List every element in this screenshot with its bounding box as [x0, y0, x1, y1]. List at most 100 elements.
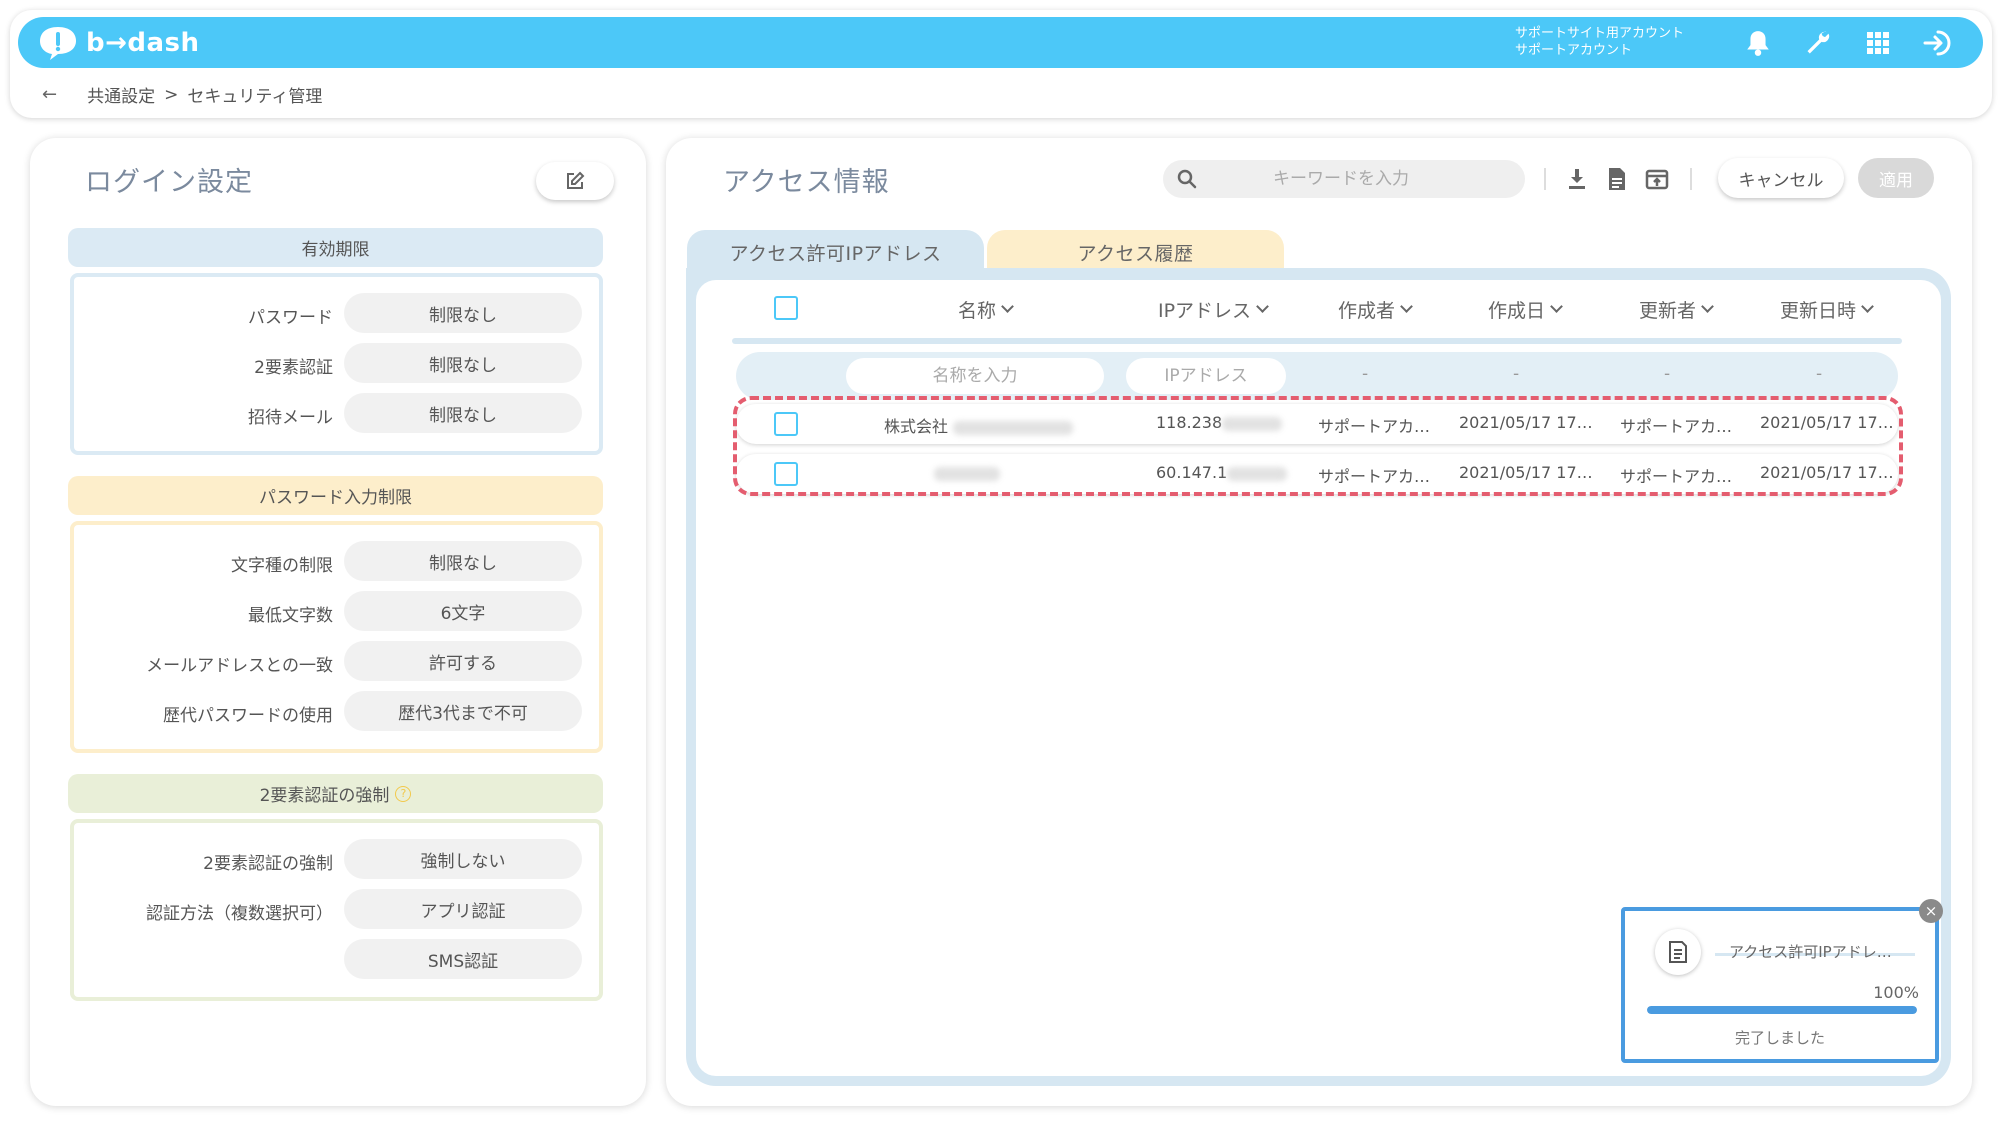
cell-updated: 2021/05/17 17…: [1760, 463, 1894, 482]
section-heading-password-restrictions: パスワード入力制限: [68, 476, 603, 515]
breadcrumb-item-common-settings[interactable]: 共通設定: [87, 82, 155, 107]
upload-icon[interactable]: [1642, 162, 1672, 196]
setting-value: アプリ認証: [344, 889, 582, 929]
login-settings-panel: ログイン設定 有効期限 パスワード 制限なし 2要素認証 制限なし 招待メール …: [30, 138, 646, 1106]
bell-icon[interactable]: [1742, 27, 1774, 59]
cell-created: 2021/05/17 17…: [1459, 413, 1593, 432]
table-row[interactable]: 株式会社 118.238 サポートアカ… 2021/05/17 17… サポート…: [736, 404, 1898, 444]
filter-placeholder-dash: -: [1664, 364, 1671, 384]
toast-progress-label: 100%: [1873, 983, 1919, 1002]
top-bar: b→dash サポートサイト用アカウント サポートアカウント: [18, 17, 1983, 68]
setting-value: 許可する: [344, 641, 582, 681]
section-body-password-restrictions: 文字種の制限 制限なし 最低文字数 6文字 メールアドレスとの一致 許可する 歴…: [70, 521, 603, 753]
cell-updater: サポートアカ…: [1620, 417, 1733, 436]
edit-icon: [567, 171, 585, 189]
column-header-ip[interactable]: IPアドレス: [1158, 296, 1269, 323]
chevron-down-icon: [1001, 300, 1014, 313]
download-toast: アクセス許可IPアドレ… 100% 完了しました: [1621, 907, 1939, 1063]
logo-bubble-icon: [36, 24, 80, 62]
setting-label: 認証方法（複数選択可）: [146, 904, 333, 924]
account-line-1: サポートサイト用アカウント: [1515, 26, 1685, 41]
breadcrumb-separator: >: [164, 84, 179, 105]
search-input[interactable]: [1197, 160, 1525, 198]
breadcrumb: ← 共通設定 > セキュリティ管理: [42, 82, 322, 107]
apply-button[interactable]: 適用: [1858, 158, 1934, 198]
name-filter-input[interactable]: [846, 358, 1104, 394]
setting-label: 最低文字数: [248, 606, 333, 626]
cell-creator: サポートアカ…: [1318, 417, 1431, 436]
setting-value: 制限なし: [344, 393, 582, 433]
logo[interactable]: b→dash: [36, 23, 200, 63]
document-icon[interactable]: [1602, 162, 1632, 196]
setting-row: パスワード 制限なし: [74, 293, 599, 333]
setting-row: 2要素認証の強制 強制しない: [74, 839, 599, 879]
filter-placeholder-dash: -: [1513, 364, 1520, 384]
setting-row: メールアドレスとの一致 許可する: [74, 641, 599, 681]
account-line-2: サポートアカウント: [1515, 43, 1633, 58]
progress-track: [1647, 1006, 1917, 1014]
setting-row: 文字種の制限 制限なし: [74, 541, 599, 581]
cancel-button[interactable]: キャンセル: [1718, 158, 1844, 198]
wrench-icon[interactable]: [1802, 27, 1834, 59]
filter-placeholder-dash: -: [1362, 364, 1369, 384]
toast-status: 完了しました: [1734, 1029, 1825, 1047]
select-all-checkbox[interactable]: [774, 296, 798, 320]
tab-allowed-ip[interactable]: アクセス許可IPアドレス: [687, 230, 984, 274]
search-icon: [1177, 169, 1197, 189]
filter-placeholder-dash: -: [1816, 364, 1823, 384]
divider: [1544, 168, 1546, 190]
column-header-created[interactable]: 作成日: [1488, 296, 1563, 323]
download-icon[interactable]: [1562, 162, 1592, 196]
cell-name: [934, 463, 1000, 482]
chevron-down-icon: [1400, 300, 1413, 313]
chevron-down-icon: [1861, 300, 1874, 313]
ip-filter-input[interactable]: [1126, 358, 1286, 394]
edit-button[interactable]: [536, 162, 614, 200]
cell-created: 2021/05/17 17…: [1459, 463, 1593, 482]
setting-row: 認証方法（複数選択可） アプリ認証: [74, 889, 599, 929]
setting-value: 制限なし: [344, 293, 582, 333]
column-header-name[interactable]: 名称: [958, 296, 1014, 323]
cell-ip: 118.238: [1156, 413, 1283, 432]
column-header-updated[interactable]: 更新日時: [1780, 296, 1874, 323]
setting-label: パスワード: [248, 308, 333, 328]
setting-row: 招待メール 制限なし: [74, 393, 599, 433]
logout-icon[interactable]: [1922, 27, 1954, 59]
account-info[interactable]: サポートサイト用アカウント サポートアカウント: [1515, 25, 1684, 59]
setting-value: 制限なし: [344, 343, 582, 383]
setting-row: 最低文字数 6文字: [74, 591, 599, 631]
setting-label: 歴代パスワードの使用: [163, 706, 333, 726]
row-checkbox[interactable]: [774, 462, 798, 486]
cell-creator: サポートアカ…: [1318, 467, 1431, 486]
setting-value: 制限なし: [344, 541, 582, 581]
breadcrumb-item-security: セキュリティ管理: [187, 87, 323, 107]
cell-ip: 60.147.1: [1156, 463, 1288, 482]
cell-updater: サポートアカ…: [1620, 467, 1733, 486]
header-underline: [732, 338, 1902, 344]
keyword-search: [1163, 160, 1525, 198]
cell-name: 株式会社: [884, 413, 1074, 437]
setting-value: 強制しない: [344, 839, 582, 879]
close-icon[interactable]: ×: [1919, 899, 1943, 923]
row-checkbox[interactable]: [774, 412, 798, 436]
filter-row: - - - -: [736, 352, 1898, 400]
chevron-down-icon: [1256, 300, 1269, 313]
grid-icon[interactable]: [1862, 27, 1894, 59]
column-header-updater[interactable]: 更新者: [1639, 296, 1714, 323]
file-icon: [1655, 929, 1701, 975]
help-icon[interactable]: ?: [395, 785, 412, 802]
setting-label: 文字種の制限: [231, 556, 333, 576]
access-info-title: アクセス情報: [713, 160, 900, 205]
column-header-creator[interactable]: 作成者: [1338, 296, 1413, 323]
chevron-down-icon: [1550, 300, 1563, 313]
setting-value: SMS認証: [344, 939, 582, 979]
chevron-down-icon: [1701, 300, 1714, 313]
cell-updated: 2021/05/17 17…: [1760, 413, 1894, 432]
login-settings-title: ログイン設定: [75, 160, 263, 205]
section-body-expiration: パスワード 制限なし 2要素認証 制限なし 招待メール 制限なし: [70, 273, 603, 455]
table-row[interactable]: 60.147.1 サポートアカ… 2021/05/17 17… サポートアカ… …: [736, 454, 1898, 494]
back-arrow-icon[interactable]: ←: [42, 84, 57, 105]
setting-label: メールアドレスとの一致: [146, 656, 333, 676]
setting-value: 歴代3代まで不可: [344, 691, 582, 731]
setting-label: 2要素認証: [254, 358, 333, 378]
